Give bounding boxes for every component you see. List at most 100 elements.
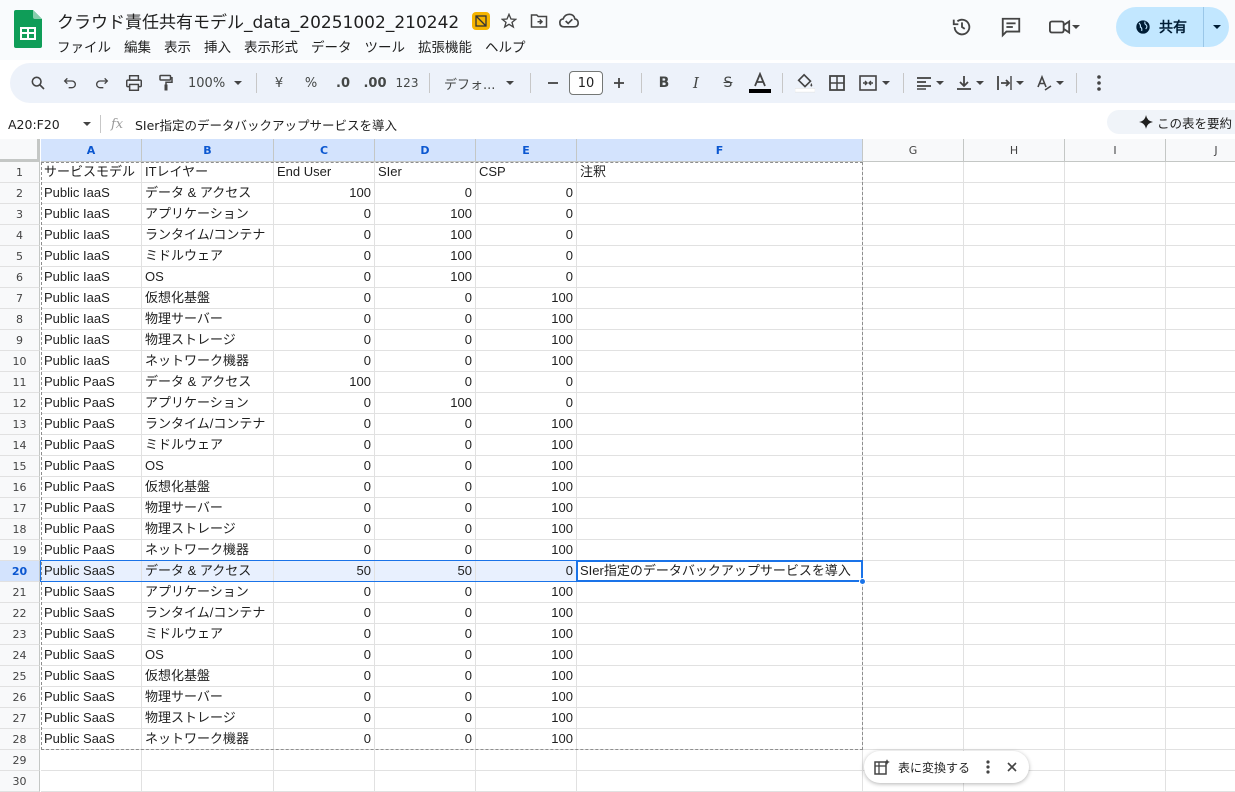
row-header-29[interactable]: 29: [0, 750, 40, 771]
cell-g24[interactable]: [863, 645, 964, 666]
row-header-14[interactable]: 14: [0, 435, 40, 456]
cell-c13[interactable]: 0: [274, 414, 375, 435]
cell-c2[interactable]: 100: [274, 183, 375, 204]
cell-j13[interactable]: [1166, 414, 1235, 435]
cell-b19[interactable]: ネットワーク機器: [142, 540, 274, 561]
cell-d18[interactable]: 0: [375, 519, 476, 540]
cell-f4[interactable]: [577, 225, 863, 246]
cell-d2[interactable]: 0: [375, 183, 476, 204]
cell-a28[interactable]: Public SaaS: [41, 729, 142, 750]
font-size-decrease-icon[interactable]: [539, 69, 567, 97]
cell-e14[interactable]: 100: [476, 435, 577, 456]
cell-i29[interactable]: [1065, 750, 1166, 771]
cell-e22[interactable]: 100: [476, 603, 577, 624]
cell-c12[interactable]: 0: [274, 393, 375, 414]
cell-b2[interactable]: データ & アクセス: [142, 183, 274, 204]
column-header-e[interactable]: E: [476, 139, 577, 162]
cell-a11[interactable]: Public PaaS: [41, 372, 142, 393]
column-header-c[interactable]: C: [274, 139, 375, 162]
cell-d1[interactable]: SIer: [375, 162, 476, 183]
cell-d14[interactable]: 0: [375, 435, 476, 456]
cell-e27[interactable]: 100: [476, 708, 577, 729]
cell-h19[interactable]: [964, 540, 1065, 561]
cell-e6[interactable]: 0: [476, 267, 577, 288]
currency-format-button[interactable]: ¥: [265, 69, 293, 97]
cell-e13[interactable]: 100: [476, 414, 577, 435]
row-header-28[interactable]: 28: [0, 729, 40, 750]
cell-b20[interactable]: データ & アクセス: [142, 561, 274, 582]
cell-g23[interactable]: [863, 624, 964, 645]
font-select[interactable]: デフォ...: [438, 69, 522, 97]
cell-g13[interactable]: [863, 414, 964, 435]
comments-icon[interactable]: [994, 10, 1028, 44]
meet-icon[interactable]: [1043, 10, 1087, 44]
cell-g10[interactable]: [863, 351, 964, 372]
cell-b25[interactable]: 仮想化基盤: [142, 666, 274, 687]
cell-f6[interactable]: [577, 267, 863, 288]
no-sync-icon[interactable]: [472, 12, 490, 30]
percent-format-button[interactable]: %: [297, 69, 325, 97]
row-header-3[interactable]: 3: [0, 204, 40, 225]
cell-c10[interactable]: 0: [274, 351, 375, 372]
cell-h22[interactable]: [964, 603, 1065, 624]
formula-input[interactable]: SIer指定のデータバックアップサービスを導入: [135, 115, 397, 134]
row-header-26[interactable]: 26: [0, 687, 40, 708]
column-header-a[interactable]: A: [41, 139, 142, 162]
cell-i4[interactable]: [1065, 225, 1166, 246]
cell-j25[interactable]: [1166, 666, 1235, 687]
cell-c27[interactable]: 0: [274, 708, 375, 729]
cell-f14[interactable]: [577, 435, 863, 456]
cell-j10[interactable]: [1166, 351, 1235, 372]
menu-view[interactable]: 表示: [164, 36, 197, 56]
cell-h12[interactable]: [964, 393, 1065, 414]
cell-e12[interactable]: 0: [476, 393, 577, 414]
cell-a2[interactable]: Public IaaS: [41, 183, 142, 204]
summarize-table-button[interactable]: この表を要約: [1107, 110, 1235, 134]
chip-more-icon[interactable]: [986, 760, 990, 774]
cell-g25[interactable]: [863, 666, 964, 687]
cell-a17[interactable]: Public PaaS: [41, 498, 142, 519]
cell-a12[interactable]: Public PaaS: [41, 393, 142, 414]
cell-i13[interactable]: [1065, 414, 1166, 435]
cell-e18[interactable]: 100: [476, 519, 577, 540]
cell-e11[interactable]: 0: [476, 372, 577, 393]
cell-d20[interactable]: 50: [375, 561, 476, 582]
column-header-h[interactable]: H: [964, 139, 1065, 162]
cell-d3[interactable]: 100: [375, 204, 476, 225]
italic-icon[interactable]: I: [682, 69, 710, 97]
cell-d26[interactable]: 0: [375, 687, 476, 708]
font-size-input[interactable]: 10: [569, 71, 603, 95]
cell-g27[interactable]: [863, 708, 964, 729]
column-header-i[interactable]: I: [1065, 139, 1166, 162]
cell-g3[interactable]: [863, 204, 964, 225]
increase-decimal-button[interactable]: .00: [361, 69, 389, 97]
cell-i27[interactable]: [1065, 708, 1166, 729]
cell-a25[interactable]: Public SaaS: [41, 666, 142, 687]
cell-i6[interactable]: [1065, 267, 1166, 288]
cell-g21[interactable]: [863, 582, 964, 603]
cell-i23[interactable]: [1065, 624, 1166, 645]
cell-h26[interactable]: [964, 687, 1065, 708]
cell-i18[interactable]: [1065, 519, 1166, 540]
strikethrough-icon[interactable]: S: [714, 69, 742, 97]
menu-edit[interactable]: 編集: [124, 36, 157, 56]
cell-a27[interactable]: Public SaaS: [41, 708, 142, 729]
cell-d9[interactable]: 0: [375, 330, 476, 351]
cell-f9[interactable]: [577, 330, 863, 351]
cell-h25[interactable]: [964, 666, 1065, 687]
cell-h9[interactable]: [964, 330, 1065, 351]
row-header-5[interactable]: 5: [0, 246, 40, 267]
cell-c24[interactable]: 0: [274, 645, 375, 666]
cell-g7[interactable]: [863, 288, 964, 309]
cell-h6[interactable]: [964, 267, 1065, 288]
cell-c6[interactable]: 0: [274, 267, 375, 288]
cell-e20[interactable]: 0: [476, 561, 577, 582]
row-header-24[interactable]: 24: [0, 645, 40, 666]
cell-j26[interactable]: [1166, 687, 1235, 708]
cell-g4[interactable]: [863, 225, 964, 246]
cell-g15[interactable]: [863, 456, 964, 477]
cell-f20[interactable]: SIer指定のデータバックアップサービスを導入: [577, 561, 863, 582]
cell-a20[interactable]: Public SaaS: [41, 561, 142, 582]
cell-j21[interactable]: [1166, 582, 1235, 603]
cloud-saved-icon[interactable]: [558, 10, 580, 32]
